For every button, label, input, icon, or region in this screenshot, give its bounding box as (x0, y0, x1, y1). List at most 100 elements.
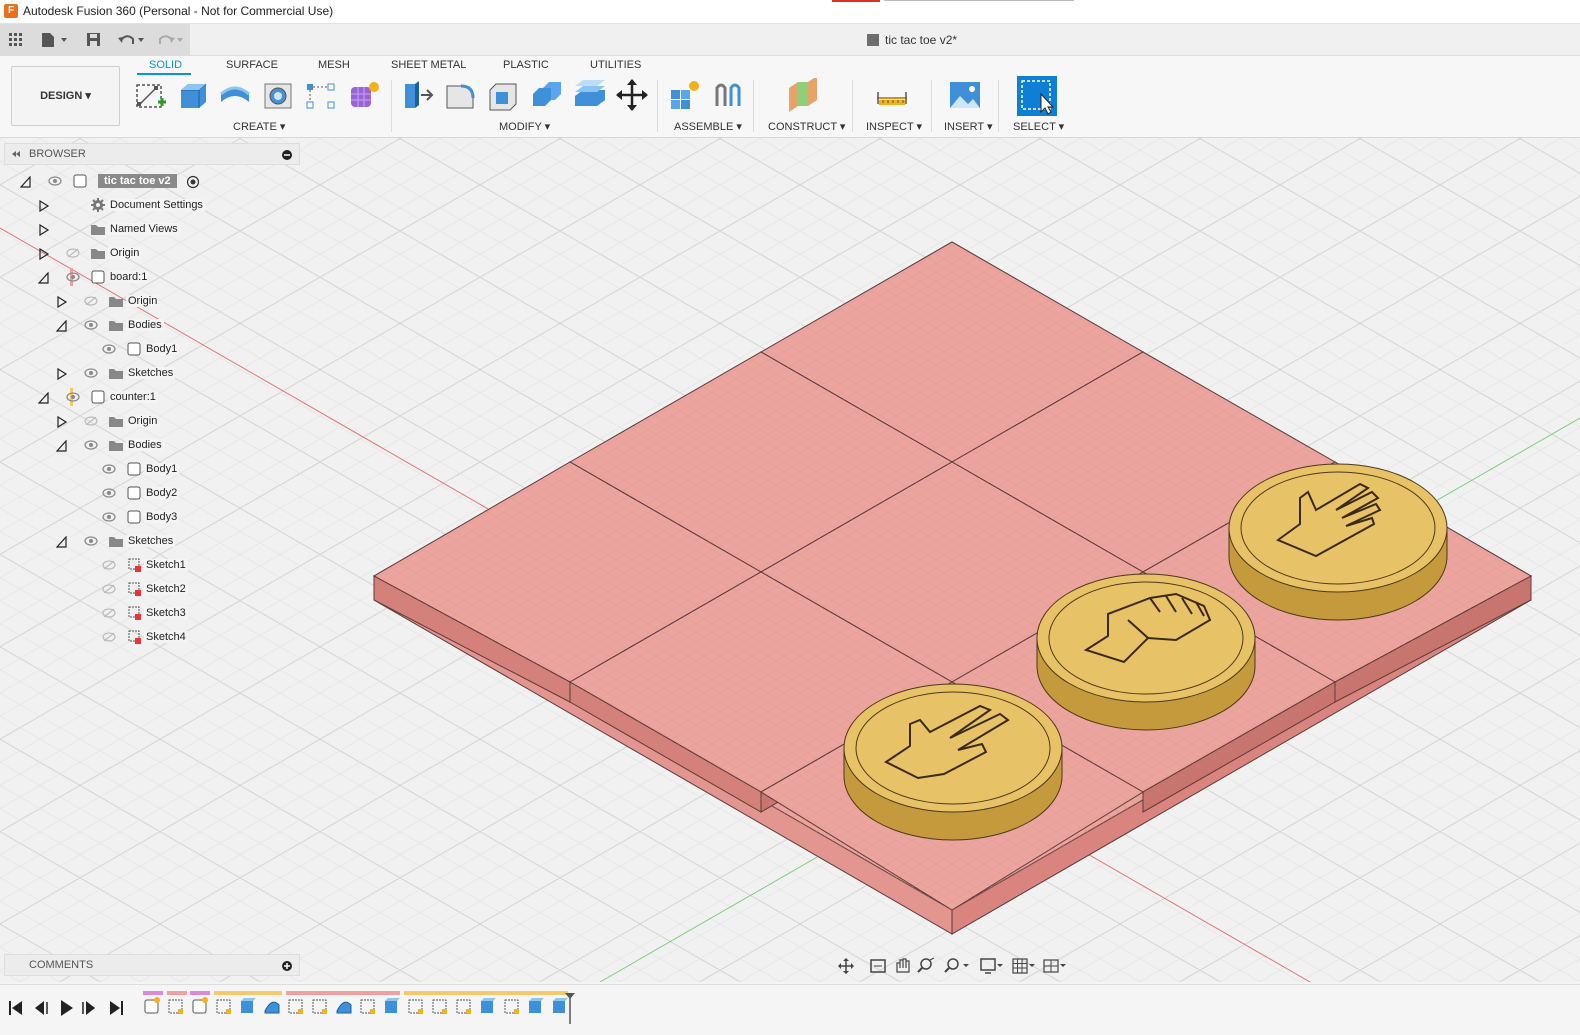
counter-paper[interactable] (1228, 463, 1448, 621)
timeline-extrude-feature[interactable] (385, 998, 400, 1013)
browser-node[interactable]: Bodies (0, 314, 300, 338)
visibility-eye-icon[interactable] (102, 464, 116, 474)
tab-mesh[interactable]: MESH (318, 59, 350, 71)
browser-node[interactable]: counter:1 (0, 386, 300, 410)
timeline-extrude-feature[interactable] (481, 998, 496, 1013)
hidden-eye-icon[interactable] (84, 416, 98, 426)
create-sketch-icon[interactable] (134, 78, 168, 112)
new-component-icon[interactable] (668, 78, 702, 112)
insert-group-label[interactable]: INSERT ▾ (944, 120, 993, 133)
timeline-component-feature[interactable] (144, 997, 160, 1014)
timeline-sketch-feature[interactable] (432, 999, 447, 1014)
step-back-icon[interactable] (35, 1001, 48, 1015)
offset-face-icon[interactable] (573, 78, 607, 112)
collapsed-triangle-icon[interactable] (56, 368, 68, 380)
extrude-icon[interactable] (176, 78, 210, 112)
browser-node[interactable]: Origin (0, 242, 300, 266)
create-form-icon[interactable] (347, 78, 381, 112)
activate-radio-icon[interactable] (186, 175, 200, 189)
document-tab[interactable]: tic tac toe v2* (867, 33, 957, 47)
browser-node[interactable]: Document Settings (0, 194, 300, 218)
collapsed-triangle-icon[interactable] (38, 248, 50, 260)
timeline-revolve-feature[interactable] (336, 1001, 352, 1014)
look-at-icon[interactable] (870, 959, 886, 973)
browser-node[interactable]: Named Views (0, 218, 300, 242)
timeline-sketch-feature[interactable] (288, 999, 303, 1014)
expanded-triangle-icon[interactable] (56, 440, 68, 452)
tab-utilities[interactable]: UTILITIES (590, 59, 641, 71)
browser-node[interactable]: Body2 (0, 482, 300, 506)
select-group-label[interactable]: SELECT ▾ (1013, 120, 1064, 133)
hidden-eye-icon[interactable] (84, 296, 98, 306)
timeline-marker[interactable] (565, 993, 575, 1024)
rectangular-pattern-icon[interactable] (304, 78, 338, 112)
visibility-eye-icon[interactable] (102, 344, 116, 354)
go-to-start-icon[interactable] (9, 1001, 22, 1015)
modify-group-label[interactable]: MODIFY ▾ (499, 120, 550, 133)
browser-collapse-icon[interactable] (282, 150, 292, 160)
timeline-revolve-feature[interactable] (264, 1001, 280, 1014)
visibility-eye-icon[interactable] (66, 272, 80, 282)
expanded-triangle-icon[interactable] (20, 176, 32, 188)
browser-node[interactable]: Sketch3 (0, 602, 300, 626)
collapsed-triangle-icon[interactable] (56, 416, 68, 428)
fit-zoom-icon[interactable] (944, 958, 969, 973)
assemble-group-label[interactable]: ASSEMBLE ▾ (674, 120, 742, 133)
revolve-icon[interactable] (218, 78, 252, 112)
counter-rock[interactable] (1036, 573, 1256, 731)
tab-plastic[interactable]: PLASTIC (503, 59, 549, 71)
collapsed-triangle-icon[interactable] (38, 224, 50, 236)
press-pull-icon[interactable] (401, 78, 435, 112)
hidden-eye-icon[interactable] (66, 248, 80, 258)
fillet-icon[interactable] (443, 78, 477, 112)
timeline-sketch-feature[interactable] (168, 999, 183, 1014)
browser-node[interactable]: Sketches (0, 362, 300, 386)
visibility-eye-icon[interactable] (84, 320, 98, 330)
hidden-eye-icon[interactable] (102, 584, 116, 594)
add-comment-icon[interactable] (282, 961, 292, 971)
step-forward-icon[interactable] (82, 1001, 95, 1015)
timeline-sketch-feature[interactable] (504, 999, 519, 1014)
browser-root-node[interactable]: tic tac toe v2 (0, 170, 300, 194)
comments-panel[interactable]: COMMENTS (4, 954, 300, 976)
visibility-eye-icon[interactable] (84, 440, 98, 450)
collapsed-triangle-icon[interactable] (56, 296, 68, 308)
select-tool-icon[interactable] (1017, 76, 1057, 116)
browser-node[interactable]: Body3 (0, 506, 300, 530)
construct-group-label[interactable]: CONSTRUCT ▾ (768, 120, 845, 133)
hidden-eye-icon[interactable] (102, 608, 116, 618)
go-to-end-icon[interactable] (110, 1001, 123, 1015)
combine-icon[interactable] (529, 78, 563, 112)
save-icon[interactable] (86, 30, 102, 50)
move-copy-icon[interactable] (615, 78, 649, 112)
timeline-extrude-feature[interactable] (529, 998, 544, 1013)
visibility-eye-icon[interactable] (102, 512, 116, 522)
joint-icon[interactable] (711, 78, 745, 112)
collapse-arrows-icon[interactable] (11, 150, 21, 158)
browser-node[interactable]: Origin (0, 290, 300, 314)
timeline-sketch-feature[interactable] (456, 999, 471, 1014)
visibility-eye-icon[interactable] (66, 392, 80, 402)
browser-header[interactable]: BROWSER (4, 143, 300, 165)
timeline-sketch-feature[interactable] (312, 999, 327, 1014)
counter-scissors[interactable] (843, 683, 1063, 841)
inspect-group-label[interactable]: INSPECT ▾ (866, 120, 922, 133)
file-menu-icon[interactable] (40, 30, 70, 50)
expanded-triangle-icon[interactable] (56, 320, 68, 332)
timeline-extrude-feature[interactable] (553, 998, 568, 1013)
viewports-icon[interactable] (1043, 959, 1066, 973)
orbit-icon[interactable] (838, 958, 854, 974)
hole-icon[interactable] (261, 78, 295, 112)
create-group-label[interactable]: CREATE ▾ (233, 120, 285, 133)
browser-node[interactable]: Sketches (0, 530, 300, 554)
browser-node[interactable]: Body1 (0, 458, 300, 482)
visibility-eye-icon[interactable] (48, 176, 62, 186)
display-settings-icon[interactable] (980, 958, 1003, 974)
hidden-eye-icon[interactable] (102, 560, 116, 570)
tab-solid[interactable]: SOLID (149, 59, 182, 71)
visibility-eye-icon[interactable] (102, 488, 116, 498)
visibility-eye-icon[interactable] (84, 368, 98, 378)
expanded-triangle-icon[interactable] (56, 536, 68, 548)
tab-surface[interactable]: SURFACE (226, 59, 278, 71)
timeline-component-feature[interactable] (192, 997, 208, 1014)
